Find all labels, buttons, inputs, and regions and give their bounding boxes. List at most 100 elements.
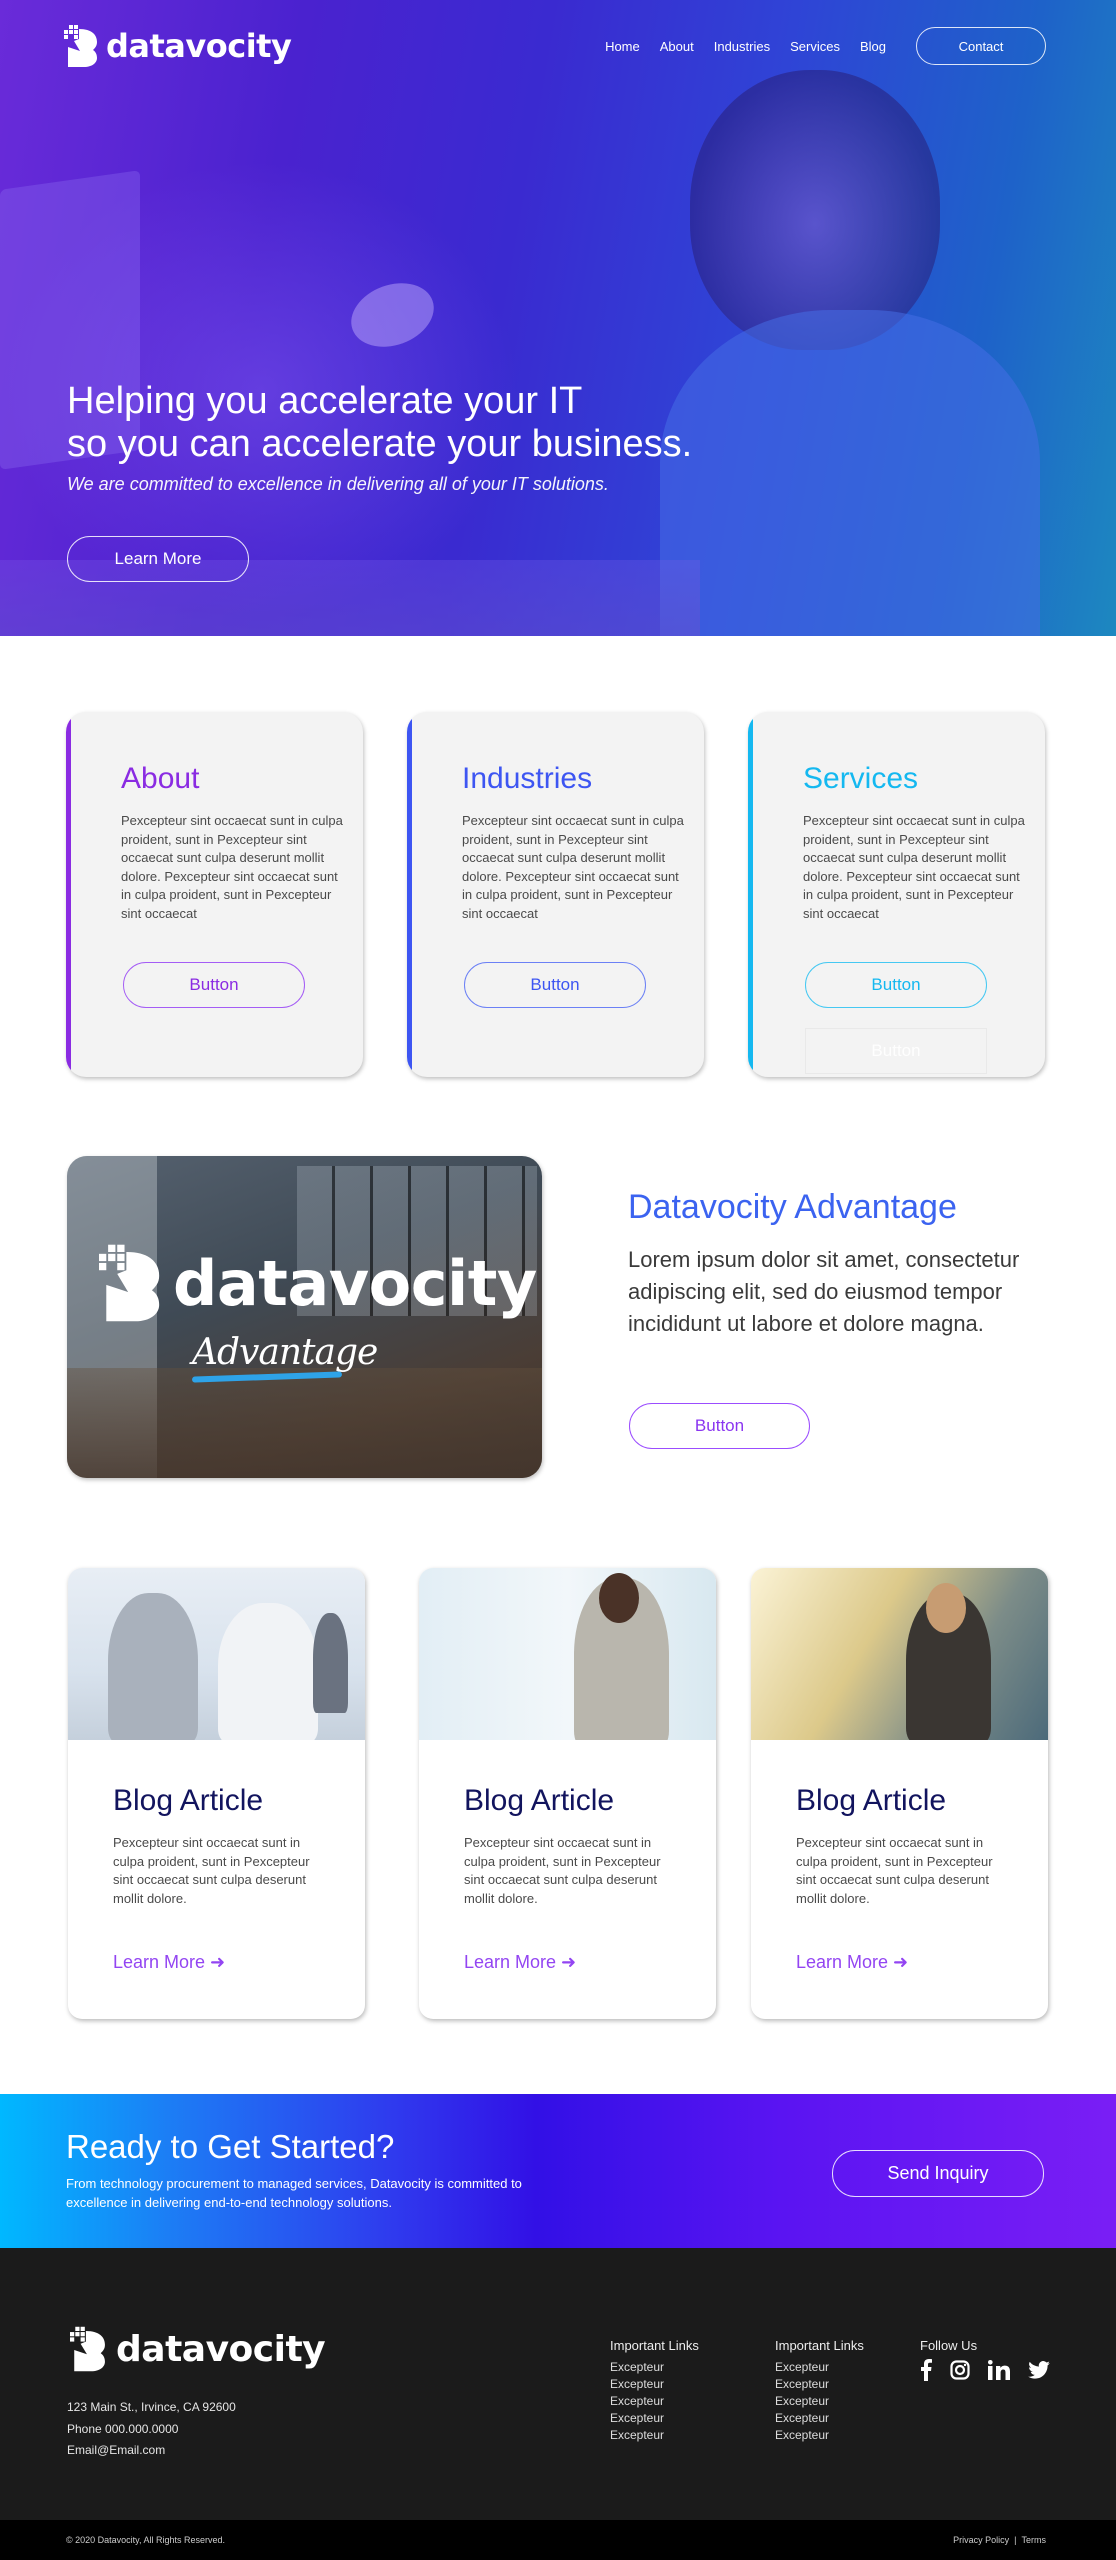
legal-separator: | <box>1014 2535 1017 2545</box>
footer-contact-info: 123 Main St., Irvince, CA 92600 Phone 00… <box>67 2397 236 2462</box>
card-title: About <box>121 762 200 795</box>
footer-follow-us: Follow Us <box>920 2338 1050 2381</box>
blog-body: Pexcepteur sint occaecat sunt in culpa p… <box>113 1835 310 1906</box>
card-accent-bar <box>407 712 412 1077</box>
nav-links: Home About Industries Services Blog Cont… <box>605 27 1046 65</box>
industries-button[interactable]: Button <box>464 962 646 1008</box>
hero-section: datavocity Home About Industries Service… <box>0 0 1116 636</box>
footer-phone: Phone 000.000.0000 <box>67 2421 179 2436</box>
blog-image-figure <box>218 1603 318 1740</box>
advantage-brand-name: datavocity <box>173 1246 537 1320</box>
twitter-icon[interactable] <box>1028 2361 1050 2379</box>
main-nav: datavocity Home About Industries Service… <box>64 25 1046 67</box>
blog-body: Pexcepteur sint occaecat sunt in culpa p… <box>464 1835 661 1906</box>
footer-link[interactable]: Excepteur <box>775 2359 864 2376</box>
blog-title: Blog Article <box>796 1784 947 1817</box>
advantage-image-floor <box>67 1368 542 1478</box>
datavocity-logo-icon <box>70 2326 105 2372</box>
advantage-script-text: Advantage <box>192 1332 378 1373</box>
about-button[interactable]: Button <box>123 962 305 1008</box>
blog-card: Blog Article Pexcepteur sint occaecat su… <box>68 1568 365 2019</box>
feature-card-industries: Industries Pexcepteur sint occaecat sunt… <box>407 712 704 1077</box>
blog-learn-more-link[interactable]: Learn More ➜ <box>796 1952 908 1973</box>
hero-subtitle: We are committed to excellence in delive… <box>67 474 609 494</box>
footer-link[interactable]: Excepteur <box>610 2376 699 2393</box>
card-accent-bar <box>748 712 753 1077</box>
feature-card-about: About Pexcepteur sint occaecat sunt in c… <box>66 712 363 1077</box>
brand-name: datavocity <box>106 27 292 65</box>
advantage-image: datavocity Advantage <box>67 1156 542 1478</box>
brand-logo[interactable]: datavocity <box>64 25 292 67</box>
footer: datavocity 123 Main St., Irvince, CA 926… <box>0 2248 1116 2520</box>
footer-links-column-2: Important Links Excepteur Excepteur Exce… <box>775 2338 864 2444</box>
blog-image-meeting <box>68 1568 365 1740</box>
advantage-title: Datavocity Advantage <box>628 1188 957 1226</box>
feature-card-services: Services Pexcepteur sint occaecat sunt i… <box>748 712 1045 1077</box>
hero-title-line-2: so you can accelerate your business. <box>67 423 693 465</box>
blog-learn-more-link[interactable]: Learn More ➜ <box>113 1952 225 1973</box>
card-body: Pexcepteur sint occaecat sunt in culpa p… <box>121 813 343 921</box>
hero-background-person <box>690 70 940 350</box>
footer-logo[interactable]: datavocity <box>70 2326 326 2372</box>
footer-bottom-bar: © 2020 Datavocity, All Rights Reserved. … <box>0 2520 1116 2560</box>
footer-link[interactable]: Excepteur <box>775 2376 864 2393</box>
linkedin-icon[interactable] <box>988 2360 1010 2380</box>
nav-link-about[interactable]: About <box>660 39 694 54</box>
cta-body: From technology procurement to managed s… <box>66 2176 522 2210</box>
advantage-body: Lorem ipsum dolor sit amet, consectetur … <box>628 1247 1020 1336</box>
blog-learn-more-link[interactable]: Learn More ➜ <box>464 1952 576 1973</box>
blog-image-figure <box>108 1593 198 1740</box>
footer-link[interactable]: Excepteur <box>610 2410 699 2427</box>
blog-card: Blog Article Pexcepteur sint occaecat su… <box>751 1568 1048 2019</box>
nav-link-industries[interactable]: Industries <box>714 39 770 54</box>
hero-text: Helping you accelerate your IT so you ca… <box>67 380 692 495</box>
advantage-button[interactable]: Button <box>629 1403 810 1449</box>
footer-link[interactable]: Excepteur <box>775 2427 864 2444</box>
blog-title: Blog Article <box>464 1784 615 1817</box>
footer-link[interactable]: Excepteur <box>610 2393 699 2410</box>
footer-link[interactable]: Excepteur <box>610 2359 699 2376</box>
card-body: Pexcepteur sint occaecat sunt in culpa p… <box>462 813 684 921</box>
footer-link[interactable]: Excepteur <box>775 2410 864 2427</box>
footer-email[interactable]: Email@Email.com <box>67 2440 236 2462</box>
nav-link-home[interactable]: Home <box>605 39 640 54</box>
blog-image-figure <box>313 1613 348 1713</box>
blog-image-figure <box>599 1573 639 1623</box>
advantage-logo: datavocity <box>99 1244 537 1322</box>
card-title: Industries <box>462 762 593 795</box>
privacy-policy-link[interactable]: Privacy Policy <box>953 2535 1009 2545</box>
send-inquiry-button[interactable]: Send Inquiry <box>832 2150 1044 2197</box>
blog-title: Blog Article <box>113 1784 264 1817</box>
hero-learn-more-button[interactable]: Learn More <box>67 536 249 582</box>
social-links <box>920 2359 1050 2381</box>
services-ghost-button[interactable]: Button <box>805 1028 987 1074</box>
services-button[interactable]: Button <box>805 962 987 1008</box>
facebook-icon[interactable] <box>920 2359 932 2381</box>
follow-us-heading: Follow Us <box>920 2338 978 2353</box>
cta-title: Ready to Get Started? <box>66 2128 395 2165</box>
blog-body: Pexcepteur sint occaecat sunt in culpa p… <box>796 1835 993 1906</box>
instagram-icon[interactable] <box>950 2360 970 2380</box>
cta-banner: Ready to Get Started? From technology pr… <box>0 2094 1116 2248</box>
blog-card: Blog Article Pexcepteur sint occaecat su… <box>419 1568 716 2019</box>
footer-links-column-1: Important Links Excepteur Excepteur Exce… <box>610 2338 699 2444</box>
footer-link[interactable]: Excepteur <box>775 2393 864 2410</box>
footer-column-heading: Important Links <box>775 2338 864 2353</box>
footer-column-heading: Important Links <box>610 2338 699 2353</box>
contact-button[interactable]: Contact <box>916 27 1046 65</box>
datavocity-logo-icon <box>99 1244 160 1322</box>
legal-links: Privacy Policy | Terms <box>953 2535 1046 2545</box>
blog-image-figure <box>926 1583 966 1633</box>
terms-link[interactable]: Terms <box>1022 2535 1047 2545</box>
card-title: Services <box>803 762 919 795</box>
hero-background-person-body <box>660 310 1040 636</box>
footer-link[interactable]: Excepteur <box>610 2427 699 2444</box>
copyright-text: © 2020 Datavocity, All Rights Reserved. <box>66 2535 226 2545</box>
datavocity-logo-icon <box>64 25 97 67</box>
blog-image-businesswoman <box>751 1568 1048 1740</box>
footer-address: 123 Main St., Irvince, CA 92600 <box>67 2400 236 2414</box>
nav-link-blog[interactable]: Blog <box>860 39 886 54</box>
hero-title-line-1: Helping you accelerate your IT <box>67 380 583 422</box>
footer-brand-name: datavocity <box>116 2328 326 2370</box>
nav-link-services[interactable]: Services <box>790 39 840 54</box>
